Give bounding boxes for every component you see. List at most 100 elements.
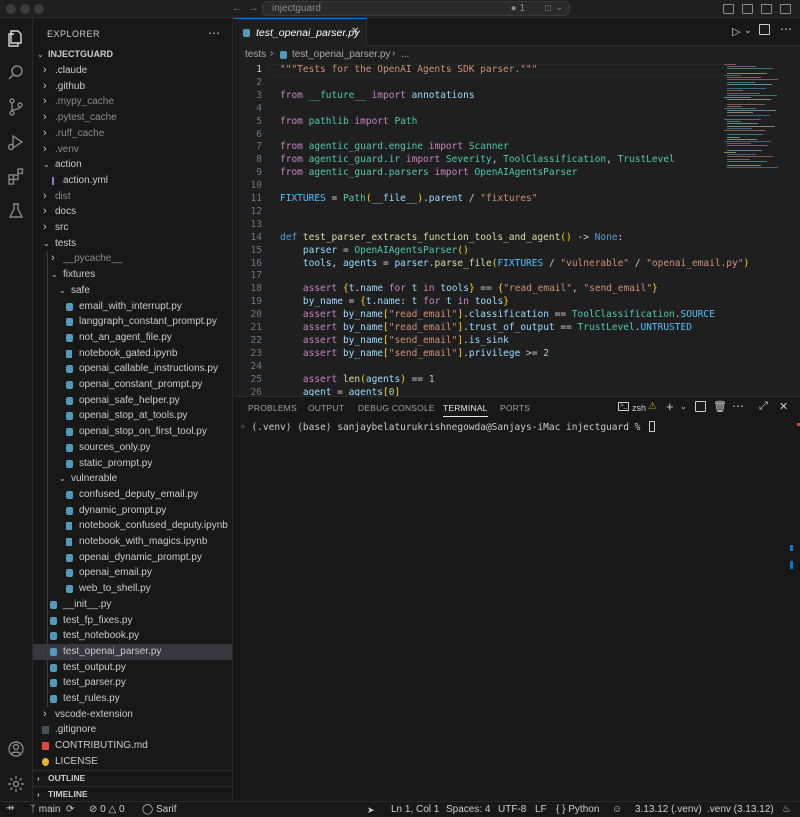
tab-terminal[interactable]: TERMINAL <box>443 403 488 417</box>
copilot-icon[interactable]: ☺ <box>612 804 622 815</box>
file-item[interactable]: test_fp_fixes.py <box>33 613 232 629</box>
file-item[interactable]: notebook_with_magics.ipynb <box>33 534 232 550</box>
folder-item[interactable]: ⌄ tests <box>33 236 232 252</box>
file-item[interactable]: openai_stop_on_first_tool.py <box>33 424 232 440</box>
file-item[interactable]: test_output.py <box>33 660 232 676</box>
window-zoom-dot[interactable] <box>34 4 44 14</box>
breadcrumb-symbol[interactable]: ... <box>401 49 409 60</box>
toggle-panel-icon[interactable] <box>742 4 753 14</box>
window-minimize-dot[interactable] <box>20 4 30 14</box>
notifications-bell-icon[interactable]: ♨ <box>782 804 791 815</box>
extensions-icon[interactable] <box>6 166 26 186</box>
split-terminal-icon[interactable] <box>695 401 706 412</box>
file-item[interactable]: test_openai_parser.py <box>33 643 232 660</box>
sync-icon[interactable]: ⟳ <box>66 804 74 815</box>
folder-item[interactable]: ⌄ vulnerable <box>33 471 232 487</box>
file-item[interactable]: dynamic_prompt.py <box>33 503 232 519</box>
file-item[interactable]: action.yml <box>33 173 232 189</box>
file-item[interactable]: web_to_shell.py <box>33 581 232 597</box>
problems-indicator[interactable]: ⊘ 0 △ 0 <box>89 804 125 815</box>
toggle-sidebar-icon[interactable] <box>723 4 734 14</box>
terminal-chevron-down-icon[interactable]: ⌄ <box>680 402 687 411</box>
branch-indicator[interactable]: ᛉ main <box>30 804 60 815</box>
warning-icon[interactable]: ⚠ <box>648 401 657 412</box>
file-item[interactable]: openai_email.py <box>33 565 232 581</box>
close-panel-icon[interactable]: ✕ <box>779 400 788 413</box>
file-item[interactable]: LICENSE <box>33 754 232 770</box>
file-item[interactable]: openai_constant_prompt.py <box>33 377 232 393</box>
explorer-icon[interactable] <box>6 28 26 48</box>
file-item[interactable]: openai_dynamic_prompt.py <box>33 550 232 566</box>
cursor-position[interactable]: Ln 1, Col 1 <box>391 804 439 815</box>
python-interpreter[interactable]: 3.13.12 (.venv) <box>635 804 702 815</box>
minimap[interactable] <box>724 64 784 174</box>
customize-layout-icon[interactable] <box>780 4 791 14</box>
folder-item[interactable]: › vscode-extension <box>33 707 232 723</box>
accounts-icon[interactable] <box>6 739 26 759</box>
folder-item[interactable]: › src <box>33 220 232 236</box>
file-item[interactable]: notebook_gated.ipynb <box>33 346 232 362</box>
sarif-indicator[interactable]: ◯ Sarif <box>142 804 177 815</box>
shell-label[interactable]: zsh <box>632 403 646 413</box>
editor-scrollbar[interactable] <box>791 64 800 396</box>
settings-gear-icon[interactable] <box>6 774 26 794</box>
panel-more-icon[interactable]: ⋯ <box>732 399 744 413</box>
testing-flask-icon[interactable] <box>6 201 26 221</box>
new-terminal-plus-icon[interactable]: + <box>666 399 674 414</box>
line-ending[interactable]: LF <box>535 804 547 815</box>
run-chevron-down-icon[interactable]: ⌄ <box>744 25 752 36</box>
chat-icon[interactable]: □ <box>545 3 551 14</box>
folder-item[interactable]: › docs <box>33 204 232 220</box>
timeline-section[interactable]: › TIMELINE <box>33 786 232 801</box>
window-close-dot[interactable] <box>6 4 16 14</box>
toggle-secondary-sidebar-icon[interactable] <box>761 4 772 14</box>
folder-item[interactable]: › dist <box>33 189 232 205</box>
folder-item[interactable]: › .github <box>33 79 232 95</box>
remote-icon[interactable]: ⇸ <box>6 803 14 814</box>
tab-output[interactable]: OUTPUT <box>308 403 344 413</box>
file-item[interactable]: CONTRIBUTING.md <box>33 738 232 754</box>
python-environment[interactable]: .venv (3.13.12) <box>707 804 774 815</box>
file-item[interactable]: openai_stop_at_tools.py <box>33 408 232 424</box>
folder-item[interactable]: › .claude <box>33 63 232 79</box>
folder-item[interactable]: › .ruff_cache <box>33 126 232 142</box>
search-icon[interactable] <box>6 63 26 83</box>
file-item[interactable]: sources_only.py <box>33 440 232 456</box>
language-mode[interactable]: { } Python <box>556 804 599 815</box>
source-control-icon[interactable] <box>6 97 26 117</box>
tab-debug-console[interactable]: DEBUG CONSOLE <box>358 403 435 413</box>
trash-icon[interactable]: 🗑 <box>713 400 727 413</box>
file-item[interactable]: email_with_interrupt.py <box>33 299 232 315</box>
run-debug-icon[interactable] <box>6 132 26 152</box>
command-center-search[interactable]: injectguard ● 1 □ ⌄ <box>262 1 570 16</box>
breadcrumb-file[interactable]: test_openai_parser.py <box>280 49 400 61</box>
file-item[interactable]: openai_safe_helper.py <box>33 393 232 409</box>
chevron-down-icon[interactable]: ⌄ <box>555 2 563 13</box>
code-editor[interactable]: 1 """Tests for the OpenAI Agents SDK pars… <box>234 64 800 396</box>
file-item[interactable]: test_rules.py <box>33 691 232 707</box>
file-item[interactable]: langgraph_constant_prompt.py <box>33 314 232 330</box>
folder-item[interactable]: › .pytest_cache <box>33 110 232 126</box>
tab-problems[interactable]: PROBLEMS <box>248 403 297 413</box>
maximize-panel-icon[interactable]: ⤢ <box>759 400 768 413</box>
encoding[interactable]: UTF-8 <box>498 804 526 815</box>
file-item[interactable]: __init__.py <box>33 597 232 613</box>
more-actions-icon[interactable]: ⋯ <box>208 26 220 40</box>
folder-item[interactable]: ⌄ action <box>33 157 232 173</box>
editor-more-icon[interactable]: ⋯ <box>780 22 792 36</box>
file-item[interactable]: test_parser.py <box>33 675 232 691</box>
folder-item[interactable]: ⌄ fixtures <box>33 267 232 283</box>
tab-ports[interactable]: PORTS <box>500 403 530 413</box>
back-arrow-icon[interactable]: ← <box>232 2 243 14</box>
run-file-icon[interactable]: ▷ <box>732 25 740 38</box>
file-item[interactable]: not_an_agent_file.py <box>33 330 232 346</box>
outline-section[interactable]: › OUTLINE <box>33 770 232 785</box>
file-item[interactable]: test_notebook.py <box>33 628 232 644</box>
close-icon[interactable]: ✕ <box>351 26 359 37</box>
file-item[interactable]: notebook_confused_deputy.ipynb <box>33 518 232 534</box>
folder-item[interactable]: ⌄ safe <box>33 283 232 299</box>
folder-item[interactable]: › .mypy_cache <box>33 94 232 110</box>
file-item[interactable]: .gitignore <box>33 722 232 738</box>
split-editor-icon[interactable] <box>759 24 770 35</box>
workspace-root[interactable]: ⌄ INJECTGUARD <box>33 47 232 63</box>
